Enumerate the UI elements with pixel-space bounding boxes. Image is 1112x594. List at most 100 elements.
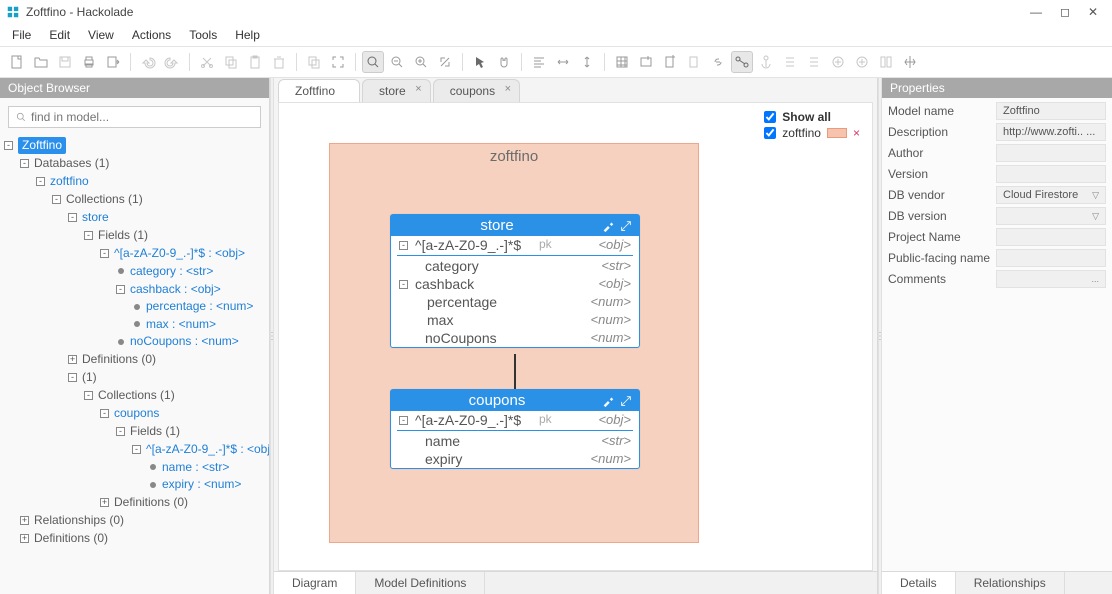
prop-value[interactable]: Zoftfino xyxy=(996,102,1106,120)
grid-icon[interactable] xyxy=(611,51,633,73)
tree-store[interactable]: -store xyxy=(68,209,109,226)
tree-collections-b[interactable]: -Collections (1) xyxy=(84,387,175,404)
menu-help[interactable]: Help xyxy=(231,26,264,44)
window-minimize-button[interactable]: — xyxy=(1030,5,1042,19)
entity-field-row[interactable]: -^[a-zA-Z0-9_.-]*$pk<obj> xyxy=(391,236,639,254)
tree-coupons-name[interactable]: name : <str> xyxy=(148,459,229,476)
tree-coupons-expiry[interactable]: expiry : <num> xyxy=(148,476,241,493)
eyedropper-icon[interactable] xyxy=(601,219,615,233)
relation-icon[interactable] xyxy=(731,51,753,73)
tree-store-max[interactable]: max : <num> xyxy=(132,316,216,333)
prop-value[interactable]: ... xyxy=(996,270,1106,288)
tree-root[interactable]: -Zoftfino xyxy=(4,137,66,154)
bottom-tab-diagram[interactable]: Diagram xyxy=(274,572,356,594)
prop-value[interactable]: http://www.zofti.. ... xyxy=(996,123,1106,141)
prop-value[interactable] xyxy=(996,144,1106,162)
entity-field-row[interactable]: percentage<num> xyxy=(391,293,639,311)
tree-defs-b[interactable]: +Definitions (0) xyxy=(100,494,188,511)
open-folder-icon[interactable] xyxy=(30,51,52,73)
prop-value[interactable] xyxy=(996,228,1106,246)
tree-anon[interactable]: -(1) xyxy=(68,369,97,386)
copy-icon[interactable] xyxy=(220,51,242,73)
eyedropper-icon[interactable] xyxy=(601,394,615,408)
prop-value[interactable] xyxy=(996,249,1106,267)
export-icon[interactable] xyxy=(102,51,124,73)
add-container-icon[interactable] xyxy=(635,51,657,73)
expand-icon[interactable] xyxy=(619,219,633,233)
tree-db-zoftfino[interactable]: -zoftfino xyxy=(36,173,89,190)
close-icon[interactable]: × xyxy=(505,83,511,95)
tree-store-percentage[interactable]: percentage : <num> xyxy=(132,298,253,315)
tab-zoftfino[interactable]: Zoftfino xyxy=(278,79,360,102)
list-icon[interactable] xyxy=(779,51,801,73)
close-icon[interactable]: × xyxy=(415,83,421,95)
window-maximize-button[interactable]: ◻ xyxy=(1060,5,1070,19)
entity-field-row[interactable]: max<num> xyxy=(391,311,639,329)
tree-store-pattern[interactable]: -^[a-zA-Z0-9_.-]*$ : <obj> xyxy=(100,245,245,262)
print-icon[interactable] xyxy=(78,51,100,73)
tree-databases[interactable]: -Databases (1) xyxy=(20,155,109,172)
pointer-icon[interactable] xyxy=(469,51,491,73)
prop-value[interactable] xyxy=(996,165,1106,183)
duplicate-icon[interactable] xyxy=(303,51,325,73)
legend-db-checkbox[interactable] xyxy=(764,127,776,139)
tree-store-fields[interactable]: -Fields (1) xyxy=(84,227,148,244)
resize-diag-icon[interactable] xyxy=(434,51,456,73)
anchor-icon[interactable] xyxy=(755,51,777,73)
align-left-icon[interactable] xyxy=(528,51,550,73)
hresize-icon[interactable] xyxy=(552,51,574,73)
tree-coupons-pattern[interactable]: -^[a-zA-Z0-9_.-]*$ : <obj> xyxy=(132,441,269,458)
menu-actions[interactable]: Actions xyxy=(128,26,175,44)
entity-store[interactable]: store -^[a-zA-Z0-9_.-]*$pk<obj>category<… xyxy=(390,214,640,348)
entity-field-row[interactable]: -^[a-zA-Z0-9_.-]*$pk<obj> xyxy=(391,411,639,429)
tree-store-nocoupons[interactable]: noCoupons : <num> xyxy=(116,333,239,350)
props-tab-details[interactable]: Details xyxy=(882,572,956,594)
add-doc-icon[interactable] xyxy=(659,51,681,73)
chevron-down-icon[interactable]: ▽ xyxy=(1092,190,1099,201)
diagram-canvas[interactable]: Show all zoftfino× zoftfino store -^[a-z… xyxy=(278,102,873,571)
vresize-icon[interactable] xyxy=(576,51,598,73)
add-doc2-icon[interactable] xyxy=(683,51,705,73)
fullscreen-icon[interactable] xyxy=(327,51,349,73)
bottom-tab-modeldefs[interactable]: Model Definitions xyxy=(356,572,485,594)
search-input[interactable] xyxy=(31,110,254,124)
layout-icon[interactable] xyxy=(875,51,897,73)
tree-store-cashback[interactable]: -cashback : <obj> xyxy=(116,281,221,298)
entity-field-row[interactable]: name<str> xyxy=(391,432,639,450)
list2-icon[interactable] xyxy=(803,51,825,73)
legend-showall-checkbox[interactable] xyxy=(764,111,776,123)
link-icon[interactable] xyxy=(707,51,729,73)
ellipsis-icon[interactable]: ... xyxy=(1091,274,1099,284)
zoom-in-icon[interactable] xyxy=(410,51,432,73)
zoom-out-icon[interactable] xyxy=(386,51,408,73)
prop-value[interactable]: Cloud Firestore▽ xyxy=(996,186,1106,204)
tree-defs-a[interactable]: +Definitions (0) xyxy=(68,351,156,368)
center-icon[interactable] xyxy=(899,51,921,73)
entity-field-row[interactable]: category<str> xyxy=(391,257,639,275)
legend-remove-icon[interactable]: × xyxy=(853,126,860,140)
tree-coupons[interactable]: -coupons xyxy=(100,405,159,422)
paste-icon[interactable] xyxy=(244,51,266,73)
menu-view[interactable]: View xyxy=(84,26,118,44)
entity-field-row[interactable]: expiry<num> xyxy=(391,450,639,468)
delete-icon[interactable] xyxy=(268,51,290,73)
tab-coupons[interactable]: coupons× xyxy=(433,79,520,102)
props-tab-relationships[interactable]: Relationships xyxy=(956,572,1065,594)
tree-store-category[interactable]: category : <str> xyxy=(116,263,213,280)
tab-store[interactable]: store× xyxy=(362,79,431,102)
db-container[interactable]: zoftfino store -^[a-zA-Z0-9_.-]*$pk<obj>… xyxy=(329,143,699,543)
tree-coupons-fields[interactable]: -Fields (1) xyxy=(116,423,180,440)
add-circle2-icon[interactable] xyxy=(851,51,873,73)
entity-coupons[interactable]: coupons -^[a-zA-Z0-9_.-]*$pk<obj>name<st… xyxy=(390,389,640,469)
menu-edit[interactable]: Edit xyxy=(45,26,74,44)
search-box[interactable] xyxy=(8,106,261,128)
tree-definitions[interactable]: +Definitions (0) xyxy=(20,530,108,547)
undo-icon[interactable] xyxy=(137,51,159,73)
hand-icon[interactable] xyxy=(493,51,515,73)
save-icon[interactable] xyxy=(54,51,76,73)
new-file-icon[interactable] xyxy=(6,51,28,73)
tree-relationships[interactable]: +Relationships (0) xyxy=(20,512,124,529)
cut-icon[interactable] xyxy=(196,51,218,73)
entity-field-row[interactable]: -cashback<obj> xyxy=(391,275,639,293)
prop-value[interactable]: ▽ xyxy=(996,207,1106,225)
